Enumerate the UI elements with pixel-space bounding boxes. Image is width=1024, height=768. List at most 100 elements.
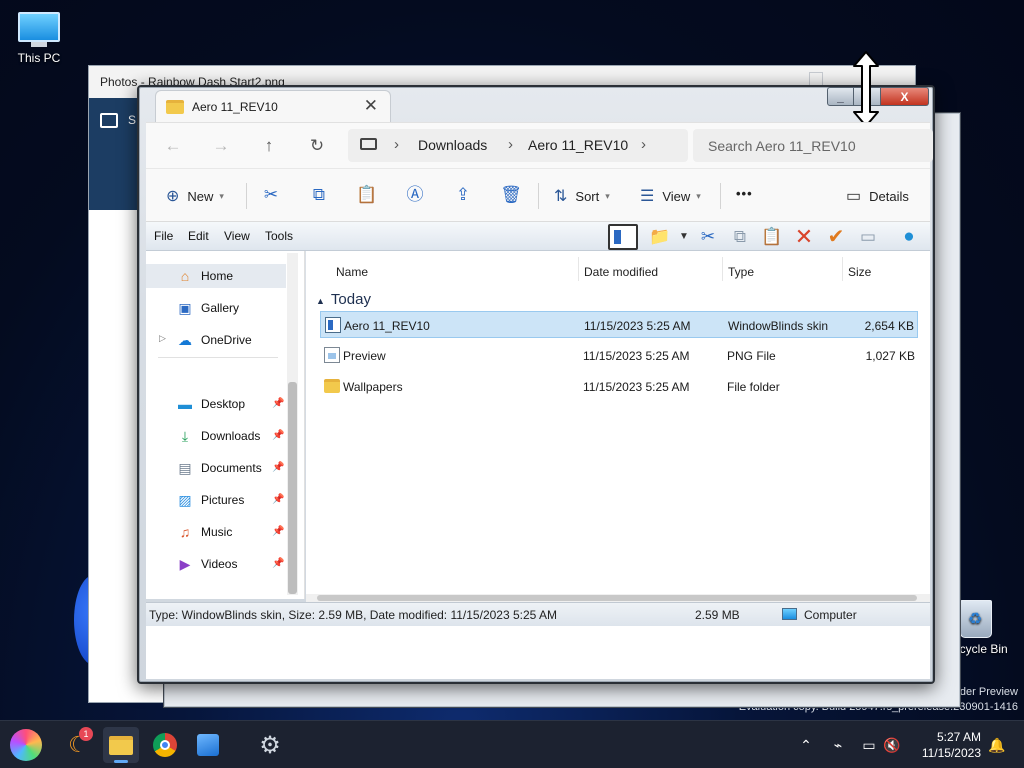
scrollbar-thumb[interactable] (288, 382, 297, 594)
taskbar-app-toolbar[interactable]: ☾ 1 (60, 727, 96, 763)
sidebar-item-desktop[interactable]: ▬ Desktop 📌 (146, 392, 286, 416)
column-header-date-modified[interactable]: Date modified (584, 265, 658, 279)
windowblinds-icon[interactable]: ● (898, 226, 920, 248)
chevron-right-icon[interactable]: › (641, 136, 646, 153)
nav-pane-scrollbar[interactable] (287, 253, 298, 595)
new-button[interactable]: ⊕ New ▾ (166, 186, 224, 206)
up-button[interactable]: ↑ (256, 133, 282, 159)
rename-icon[interactable]: Ⓐ (404, 184, 426, 206)
home-icon: ⌂ (180, 268, 190, 284)
file-explorer-icon (109, 735, 133, 755)
menu-edit[interactable]: Edit (188, 229, 209, 243)
chevron-right-icon[interactable]: › (394, 136, 399, 153)
address-bar[interactable]: › Downloads › Aero 11_REV10 › (348, 129, 688, 162)
start-button[interactable] (8, 727, 44, 763)
table-row[interactable]: Aero 11_REV10 11/15/2023 5:25 AM WindowBli… (320, 311, 918, 338)
sidebar-item-pictures[interactable]: ▨ Pictures 📌 (146, 488, 286, 512)
folder-options-icon[interactable]: 📁 (649, 226, 671, 248)
table-row[interactable]: Preview 11/15/2023 5:25 AM PNG File 1,027 K… (320, 342, 918, 369)
file-explorer-window[interactable]: Aero 11_REV10 ✕ _ □ X ← → ↑ ↻ › Download… (137, 51, 935, 684)
sidebar-item-home[interactable]: ⌂ Home (146, 264, 286, 288)
close-tab-button[interactable]: ✕ (364, 96, 378, 116)
preview-pane-icon[interactable] (608, 224, 638, 250)
volume-muted-icon[interactable]: 🔇 (883, 736, 901, 754)
chevron-right-icon[interactable]: › (508, 136, 513, 153)
notification-bell-icon[interactable]: 🔔 (988, 736, 1006, 754)
view-button[interactable]: ☰ View ▾ (640, 186, 701, 206)
search-box[interactable]: Search Aero 11_REV10 (693, 129, 933, 162)
sidebar-item-label: Gallery (201, 301, 240, 315)
paste-icon[interactable]: 📋 (761, 226, 783, 248)
photo-icon[interactable] (100, 113, 118, 128)
refresh-button[interactable]: ↻ (304, 133, 330, 159)
menu-tools[interactable]: Tools (265, 229, 293, 243)
taskbar-app-file-explorer[interactable] (103, 727, 139, 763)
new-label: New (187, 188, 214, 204)
sidebar-item-gallery[interactable]: ▣ Gallery (146, 296, 286, 320)
table-row[interactable]: Wallpapers 11/15/2023 5:25 AM File folder (320, 373, 918, 400)
back-button[interactable]: ← (160, 133, 186, 159)
maximize-icon[interactable] (809, 72, 823, 86)
close-button[interactable]: X (881, 87, 929, 106)
collapse-icon[interactable]: ▲ (316, 296, 325, 306)
details-pane-button[interactable]: ▭ Details (846, 186, 909, 206)
network-disconnected-icon[interactable]: ⌁ (829, 736, 847, 754)
pin-icon[interactable]: 📌 (272, 558, 284, 569)
documents-icon: ▤ (178, 460, 192, 476)
sidebar-item-downloads[interactable]: ⤓ Downloads 📌 (146, 424, 286, 448)
taskbar-app-chrome[interactable] (147, 727, 183, 763)
photos-nav-pane: S (89, 98, 139, 210)
chevron-up-icon[interactable]: ⌃ (797, 736, 815, 754)
cut-icon[interactable]: ✂ (697, 226, 719, 248)
share-icon[interactable]: ⇪ (452, 184, 474, 206)
column-divider[interactable] (578, 257, 579, 281)
pin-icon[interactable]: 📌 (272, 494, 284, 505)
sidebar-item-documents[interactable]: ▤ Documents 📌 (146, 456, 286, 480)
taskbar-app-settings[interactable]: ⚙ (252, 727, 288, 763)
chevron-down-icon[interactable]: ▼ (673, 226, 695, 248)
desktop-icon-this-pc[interactable]: This PC (3, 12, 75, 65)
column-header-name[interactable]: Name (336, 265, 368, 279)
pin-icon[interactable]: 📌 (272, 430, 284, 441)
checkmark-icon[interactable]: ✔ (825, 226, 847, 248)
scrollbar-thumb[interactable] (317, 595, 917, 601)
pin-icon[interactable]: 📌 (272, 462, 284, 473)
expand-chevron-icon[interactable]: ▷ (159, 333, 166, 344)
file-name: Wallpapers (343, 380, 403, 394)
file-type: File folder (727, 380, 780, 394)
sidebar-item-onedrive[interactable]: ▷ ☁ OneDrive (146, 328, 286, 352)
forward-button[interactable]: → (208, 133, 234, 159)
more-options-button[interactable]: ••• (736, 186, 753, 201)
file-list-horizontal-scrollbar[interactable] (306, 594, 930, 602)
breadcrumb-aero-11-rev10[interactable]: Aero 11_REV10 (528, 137, 628, 153)
delete-icon[interactable]: 🗑 (500, 184, 522, 206)
sort-button[interactable]: ⇅ Sort ▾ (554, 186, 610, 206)
display-icon[interactable]: ▭ (860, 736, 878, 754)
pin-icon[interactable]: 📌 (272, 398, 284, 409)
paste-icon[interactable]: 📋 (356, 184, 378, 206)
divider (538, 183, 539, 209)
sort-icon: ⇅ (554, 188, 568, 205)
delete-x-icon[interactable]: ✕ (793, 226, 815, 248)
properties-icon[interactable]: ▭ (857, 226, 879, 248)
taskbar-app-photos[interactable] (190, 727, 226, 763)
tab-aero-11-rev10[interactable]: Aero 11_REV10 ✕ (155, 90, 391, 123)
cut-icon[interactable]: ✂ (260, 184, 282, 206)
column-header-size[interactable]: Size (848, 265, 871, 279)
pin-icon[interactable]: 📌 (272, 526, 284, 537)
group-label: Today (330, 291, 371, 308)
breadcrumb-downloads[interactable]: Downloads (418, 137, 487, 153)
copy-icon[interactable]: ⧉ (729, 226, 751, 248)
copy-icon[interactable]: ⧉ (308, 184, 330, 206)
menu-file[interactable]: File (154, 229, 173, 243)
sidebar-item-music[interactable]: ♫ Music 📌 (146, 520, 286, 544)
recycle-bin-icon (960, 600, 992, 638)
group-header-today[interactable]: ▲ Today (316, 291, 371, 308)
windowblinds-skin-icon (325, 317, 341, 333)
taskbar-clock[interactable]: 5:27 AM 11/15/2023 (922, 729, 981, 761)
column-header-type[interactable]: Type (728, 265, 754, 279)
menu-view[interactable]: View (224, 229, 250, 243)
column-divider[interactable] (722, 257, 723, 281)
sidebar-item-videos[interactable]: ▶ Videos 📌 (146, 552, 286, 576)
column-divider[interactable] (842, 257, 843, 281)
